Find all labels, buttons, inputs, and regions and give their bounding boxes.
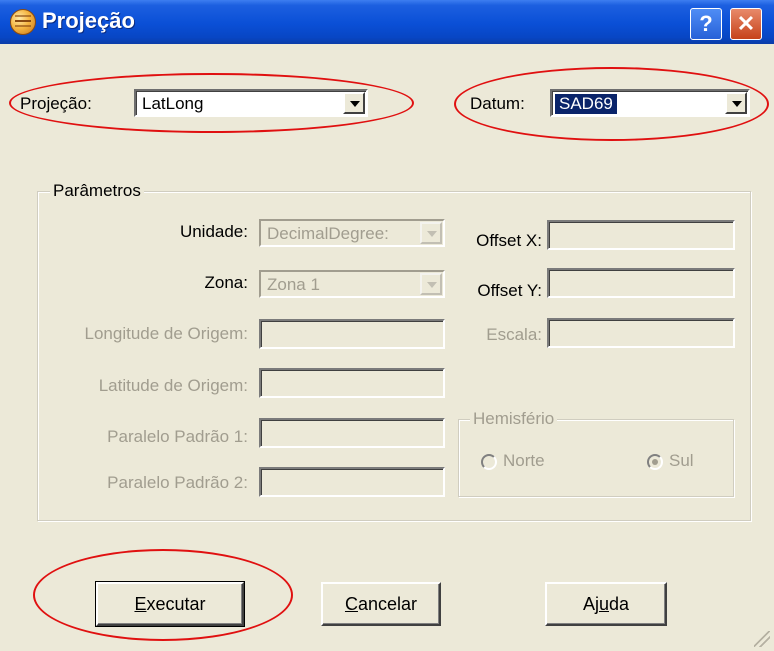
ajuda-label-post: da [609, 594, 630, 614]
paralelo1-field[interactable] [259, 418, 445, 448]
norte-radio[interactable] [481, 454, 497, 470]
offset-y-field[interactable] [547, 268, 735, 298]
hemisferio-title: Hemisfério [470, 409, 558, 429]
chevron-down-icon[interactable] [725, 92, 747, 114]
latitude-label: Latitude de Origem: [98, 376, 248, 395]
cancelar-button[interactable]: Cancelar [321, 582, 441, 626]
unidade-value: DecimalDegree: [267, 224, 389, 243]
escala-label: Escala: [486, 325, 542, 344]
window-title: Projeção [42, 8, 135, 33]
norte-label[interactable]: Norte [503, 451, 545, 471]
paralelo2-field[interactable] [259, 467, 445, 497]
zona-label: Zona: [204, 273, 248, 292]
zona-value: Zona 1 [267, 275, 320, 294]
resize-grip[interactable] [754, 631, 770, 647]
chevron-down-icon[interactable] [420, 222, 442, 244]
ajuda-label-pre: Aj [582, 594, 599, 614]
offset-y-label: Offset Y: [477, 281, 542, 300]
datum-label: Datum: [470, 94, 525, 113]
unidade-select[interactable]: DecimalDegree: [259, 219, 445, 247]
paralelo1-label: Paralelo Padrão 1: [107, 427, 248, 446]
latitude-field[interactable] [259, 368, 445, 398]
close-button[interactable]: ✕ [730, 8, 762, 40]
projecao-value: LatLong [142, 94, 204, 113]
globe-icon [10, 9, 36, 35]
paralelo2-label: Paralelo Padrão 2: [107, 473, 248, 492]
ajuda-mnemonic: u [598, 594, 609, 614]
projecao-label: Projeção: [20, 94, 92, 113]
cancelar-label: ancelar [357, 594, 418, 614]
executar-label: xecutar [146, 594, 206, 614]
offset-x-label: Offset X: [476, 231, 542, 250]
ajuda-button[interactable]: Ajuda [545, 582, 667, 626]
executar-button[interactable]: Executar [95, 581, 245, 627]
sul-label[interactable]: Sul [669, 451, 694, 471]
chevron-down-icon[interactable] [420, 273, 442, 295]
offset-x-field[interactable] [547, 220, 735, 250]
escala-field[interactable] [547, 318, 735, 348]
datum-value: SAD69 [555, 94, 617, 114]
zona-select[interactable]: Zona 1 [259, 270, 445, 298]
datum-select[interactable]: SAD69 [550, 89, 750, 117]
projecao-select[interactable]: LatLong [134, 89, 368, 117]
title-bar: Projeção ? ✕ [0, 0, 774, 44]
help-button[interactable]: ? [690, 8, 722, 40]
executar-mnemonic: E [134, 594, 147, 614]
chevron-down-icon[interactable] [343, 92, 365, 114]
longitude-label: Longitude de Origem: [84, 324, 249, 343]
parametros-title: Parâmetros [50, 181, 144, 201]
sul-radio[interactable] [647, 454, 663, 470]
unidade-label: Unidade: [179, 222, 248, 241]
cancelar-mnemonic: C [344, 594, 358, 614]
longitude-field[interactable] [259, 319, 445, 349]
radio-selected-dot [652, 459, 658, 465]
